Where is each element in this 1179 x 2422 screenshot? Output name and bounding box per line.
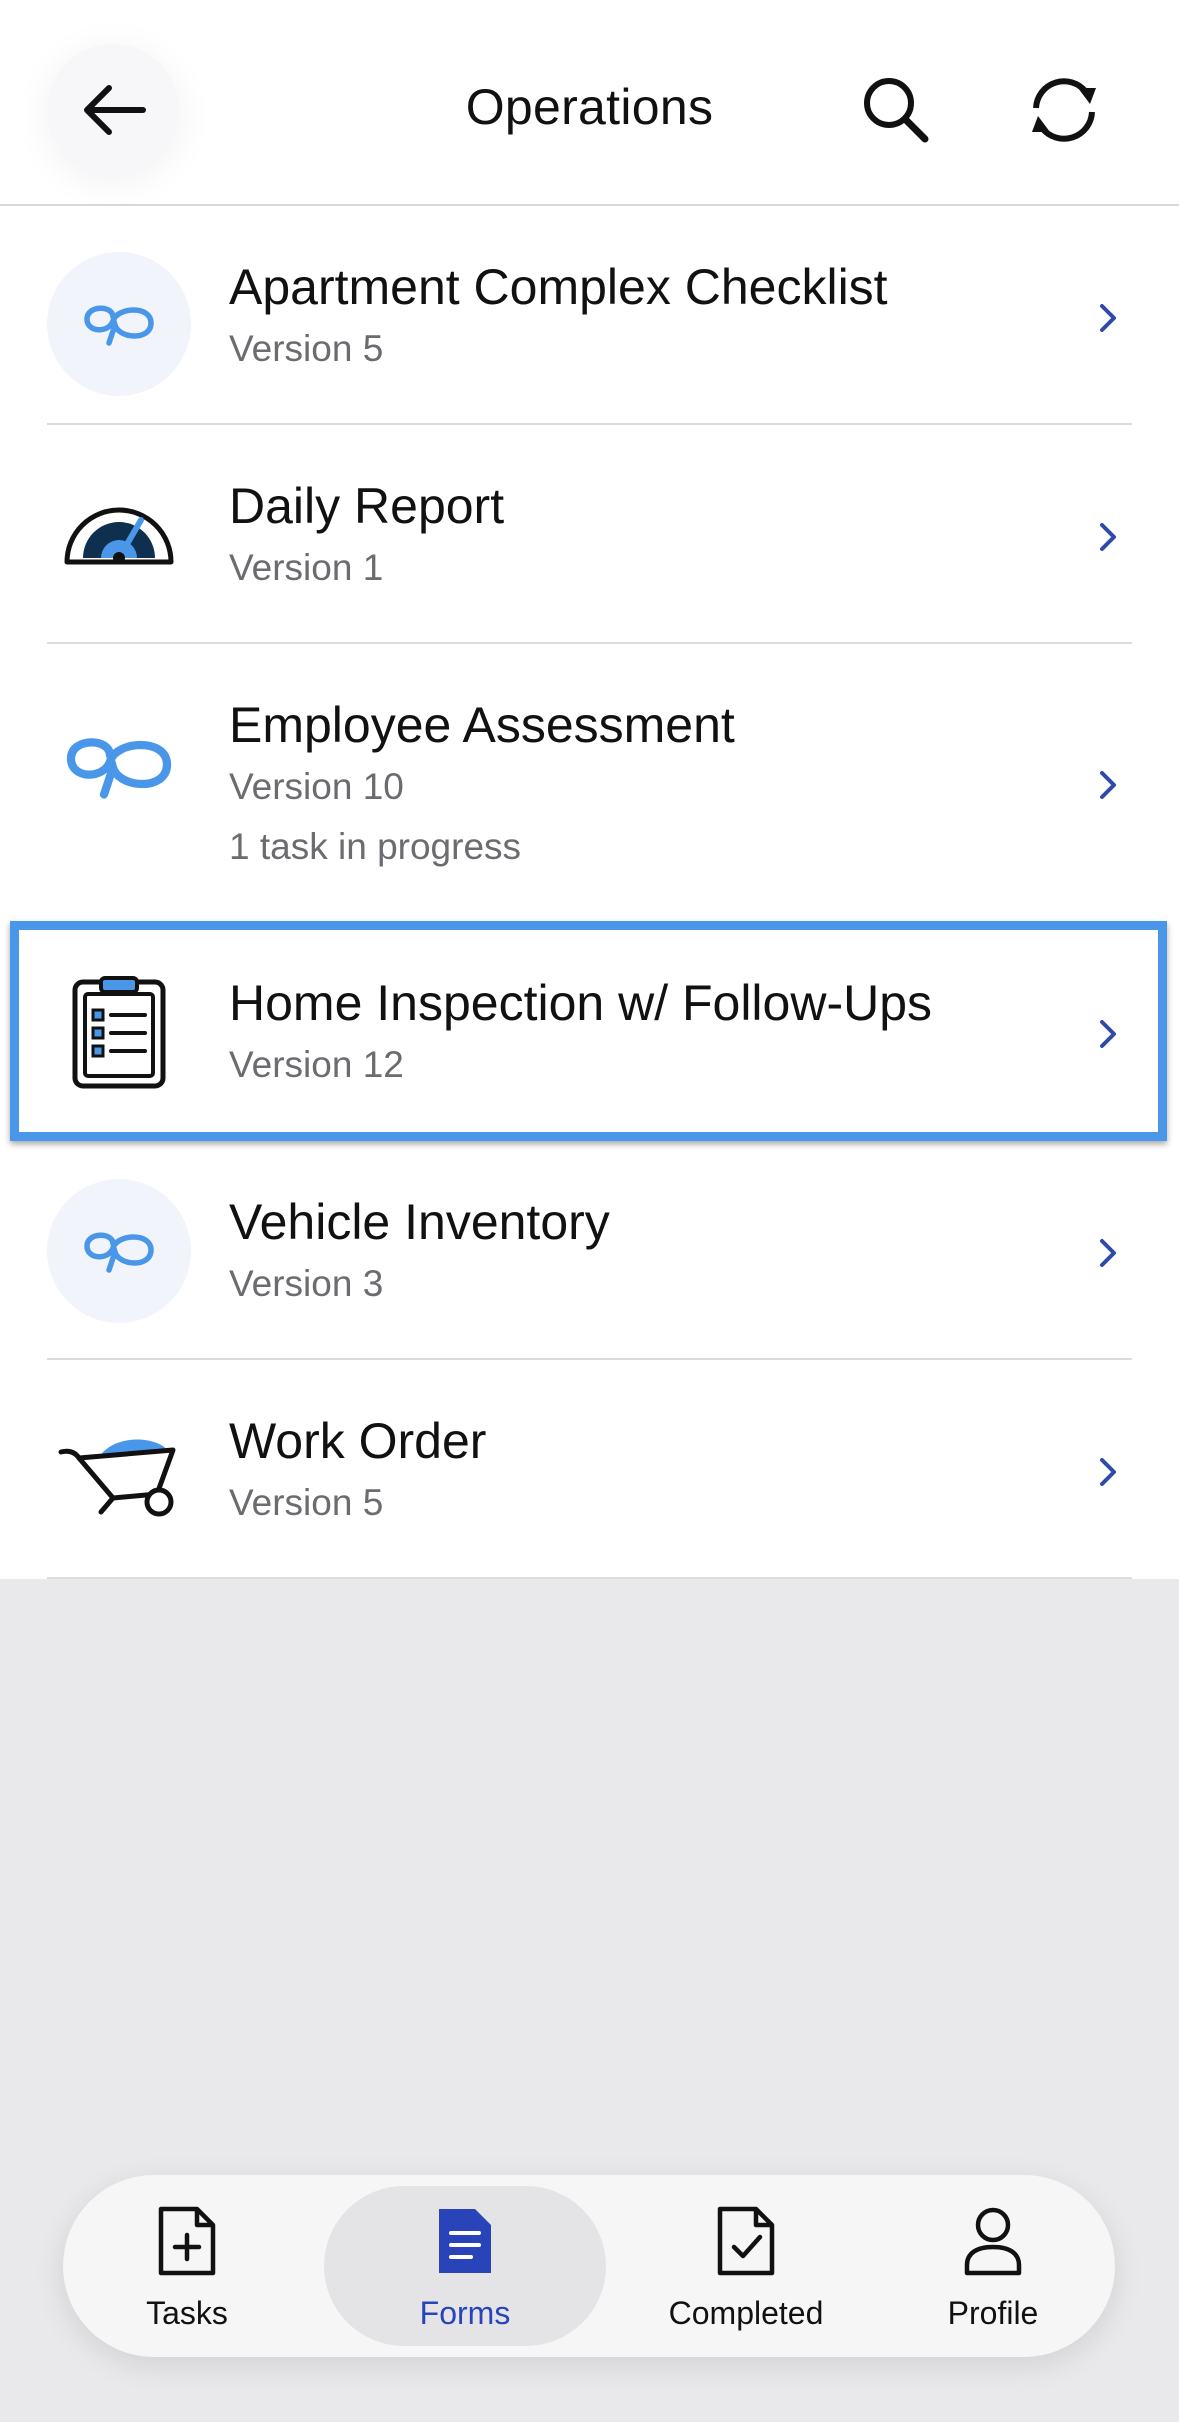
form-version: Version 10 bbox=[229, 766, 404, 807]
chevron-right-icon bbox=[1100, 1458, 1116, 1486]
tab-label: Tasks bbox=[146, 2295, 228, 2331]
forms-list: Apartment Complex Checklist Version 5 Da… bbox=[0, 206, 1179, 1579]
chevron-right-icon bbox=[1100, 1239, 1116, 1267]
chevron-right-icon bbox=[1100, 1020, 1116, 1048]
chevron-right-icon bbox=[1100, 771, 1116, 799]
document-icon bbox=[324, 2205, 606, 2281]
logo-icon bbox=[47, 252, 191, 396]
form-row-work-order[interactable]: Work Order Version 5 bbox=[0, 1360, 1179, 1579]
wheelbarrow-icon bbox=[47, 1398, 191, 1542]
logo-icon bbox=[47, 1179, 191, 1323]
speedometer-icon bbox=[47, 463, 191, 607]
tab-label: Profile bbox=[947, 2295, 1039, 2331]
clipboard-icon bbox=[47, 960, 191, 1104]
tab-bar: Tasks Forms Completed Profile bbox=[63, 2175, 1115, 2357]
form-row-apartment-complex-checklist[interactable]: Apartment Complex Checklist Version 5 bbox=[0, 206, 1179, 425]
form-version: Version 1 bbox=[229, 547, 384, 588]
tab-tasks[interactable]: Tasks bbox=[63, 2175, 311, 2357]
form-title: Home Inspection w/ Follow-Ups bbox=[229, 975, 933, 1031]
refresh-icon bbox=[1032, 78, 1096, 142]
tab-completed[interactable]: Completed bbox=[616, 2175, 876, 2357]
form-version: Version 5 bbox=[229, 328, 384, 369]
form-status: 1 task in progress bbox=[229, 826, 522, 867]
logo-icon bbox=[47, 694, 191, 838]
form-version: Version 5 bbox=[229, 1482, 384, 1523]
form-title: Daily Report bbox=[229, 478, 505, 534]
file-plus-icon bbox=[63, 2205, 311, 2281]
search-button[interactable] bbox=[848, 62, 944, 158]
sync-button[interactable] bbox=[1016, 62, 1112, 158]
form-row-employee-assessment[interactable]: Employee Assessment Version 10 1 task in… bbox=[0, 644, 1179, 922]
tab-forms[interactable]: Forms bbox=[324, 2175, 606, 2357]
form-title: Apartment Complex Checklist bbox=[229, 259, 888, 315]
chevron-right-icon bbox=[1100, 304, 1116, 332]
form-title: Work Order bbox=[229, 1413, 487, 1469]
form-row-daily-report[interactable]: Daily Report Version 1 bbox=[0, 425, 1179, 644]
chevron-right-icon bbox=[1100, 523, 1116, 551]
page-title: Operations bbox=[465, 79, 714, 135]
tab-profile[interactable]: Profile bbox=[871, 2175, 1115, 2357]
form-row-home-inspection[interactable]: Home Inspection w/ Follow-Ups Version 12 bbox=[0, 922, 1179, 1141]
person-icon bbox=[871, 2205, 1115, 2281]
form-title: Employee Assessment bbox=[229, 697, 735, 753]
form-row-vehicle-inventory[interactable]: Vehicle Inventory Version 3 bbox=[0, 1141, 1179, 1360]
tab-label: Completed bbox=[668, 2295, 824, 2331]
form-version: Version 3 bbox=[229, 1263, 384, 1304]
tab-label: Forms bbox=[419, 2295, 511, 2331]
search-icon bbox=[864, 78, 929, 143]
form-version: Version 12 bbox=[229, 1044, 404, 1085]
divider bbox=[47, 1577, 1132, 1579]
file-check-icon bbox=[616, 2205, 876, 2281]
header-bar: Operations bbox=[0, 0, 1179, 206]
form-title: Vehicle Inventory bbox=[229, 1194, 610, 1250]
